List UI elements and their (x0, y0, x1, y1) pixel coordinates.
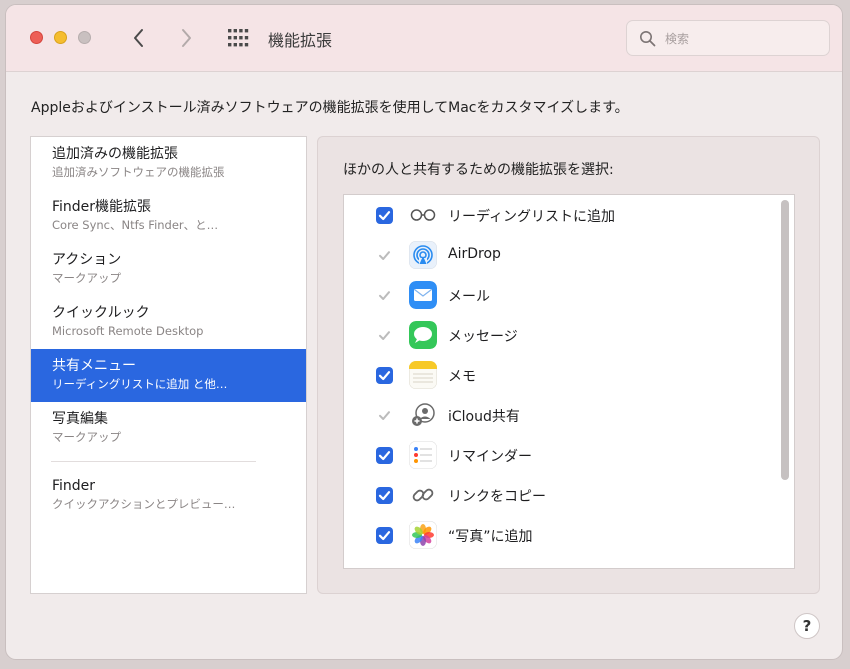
checkbox (376, 327, 393, 344)
list-scrollbar[interactable] (781, 200, 789, 480)
sidebar-item-subtitle: Microsoft Remote Desktop (52, 324, 204, 338)
checkmark-icon (378, 451, 391, 461)
extension-label: “写真”に追加 (448, 529, 533, 545)
description-text: Appleおよびインストール済みソフトウェアの機能拡張を使用してMacをカスタマ… (31, 100, 629, 116)
checkbox (376, 407, 393, 424)
preferences-window: 機能拡張 Appleおよびインストール済みソフトウェアの機能拡張を使用してMac… (5, 4, 843, 660)
sidebar-item-photos-editing[interactable]: 写真編集 マークアップ (31, 402, 306, 455)
glasses-icon (410, 209, 436, 221)
chevron-left-icon (134, 29, 143, 47)
sidebar-item-label: Finder (52, 478, 96, 494)
list-item-reading-list: リーディングリストに追加 (344, 195, 774, 235)
extension-label: AirDrop (448, 246, 501, 262)
mail-icon (409, 281, 437, 309)
chevron-right-icon (182, 29, 191, 47)
checkbox[interactable] (376, 447, 393, 464)
search-icon (640, 31, 656, 47)
sidebar-item-actions[interactable]: アクション マークアップ (31, 243, 306, 296)
extension-label: リーディングリストに追加 (448, 209, 616, 225)
help-button[interactable]: ? (794, 613, 820, 639)
checkbox[interactable] (376, 487, 393, 504)
icloud-share-icon (412, 403, 435, 426)
list-item-notes: メモ (344, 355, 774, 395)
list-item-messages: メッセージ (344, 315, 774, 355)
sidebar-item-label: アクション (52, 252, 122, 268)
checkbox (376, 287, 393, 304)
photos-icon (409, 521, 437, 549)
forward-button[interactable] (174, 25, 198, 51)
share-extension-list[interactable]: リーディングリストに追加 AirDrop メール メッセージ メモ iCloud… (343, 194, 795, 569)
extension-label: メール (448, 289, 490, 305)
reminders-icon (409, 441, 437, 469)
list-item-reminders: リマインダー (344, 435, 774, 475)
list-item-copy-link: リンクをコピー (344, 475, 774, 515)
sidebar-item-label: 共有メニュー (52, 358, 136, 374)
notes-icon (409, 361, 437, 389)
sidebar-item-subtitle: リーディングリストに追加 と他… (52, 377, 228, 391)
sidebar-item-finder[interactable]: Finder クイックアクションとプレビュー… (31, 469, 306, 522)
checkbox[interactable] (376, 527, 393, 544)
panel-title: ほかの人と共有するための機能拡張を選択: (343, 162, 614, 178)
checkmark-icon (378, 531, 391, 541)
extension-label: iCloud共有 (448, 409, 520, 425)
sidebar-item-label: 追加済みの機能拡張 (52, 146, 178, 162)
window-title: 機能拡張 (268, 31, 333, 50)
extension-category-list: 追加済みの機能拡張 追加済みソフトウェアの機能拡張 Finder機能拡張 Cor… (30, 136, 307, 594)
checkmark-icon (379, 411, 390, 420)
list-item-icloud-share: iCloud共有 (344, 395, 774, 435)
extension-label: リマインダー (448, 449, 532, 465)
sidebar-item-subtitle: 追加済みソフトウェアの機能拡張 (52, 165, 225, 179)
list-item-add-to-photos: “写真”に追加 (344, 515, 774, 555)
search-input[interactable] (665, 29, 815, 49)
link-icon (412, 488, 434, 502)
sidebar-item-added-extensions[interactable]: 追加済みの機能拡張 追加済みソフトウェアの機能拡張 (31, 137, 306, 190)
sidebar-item-share-menu[interactable]: 共有メニュー リーディングリストに追加 と他… (31, 349, 306, 402)
sidebar-item-subtitle: Core Sync、Ntfs Finder、と… (52, 218, 219, 232)
sidebar-item-subtitle: マークアップ (52, 271, 121, 285)
checkbox (376, 247, 393, 264)
grid-icon (228, 29, 249, 47)
show-all-button[interactable] (227, 28, 249, 48)
sidebar-item-finder-extensions[interactable]: Finder機能拡張 Core Sync、Ntfs Finder、と… (31, 190, 306, 243)
sidebar-item-label: クイックルック (52, 305, 150, 321)
sidebar-item-subtitle: クイックアクションとプレビュー… (52, 497, 236, 511)
sidebar-item-quick-look[interactable]: クイックルック Microsoft Remote Desktop (31, 296, 306, 349)
extension-label: メモ (448, 369, 476, 385)
titlebar: 機能拡張 (6, 5, 842, 72)
search-field[interactable] (626, 20, 830, 56)
extension-label: メッセージ (448, 329, 518, 345)
sidebar-item-label: 写真編集 (52, 411, 108, 427)
checkbox[interactable] (376, 207, 393, 224)
checkmark-icon (378, 211, 391, 221)
zoom-button[interactable] (78, 31, 91, 44)
sidebar-item-label: Finder機能拡張 (52, 199, 152, 215)
checkmark-icon (379, 251, 390, 260)
messages-icon (409, 321, 437, 349)
close-button[interactable] (30, 31, 43, 44)
extension-label: リンクをコピー (448, 489, 546, 505)
back-button[interactable] (127, 25, 151, 51)
checkmark-icon (379, 331, 390, 340)
list-item-airdrop: AirDrop (344, 235, 774, 275)
airdrop-icon (409, 241, 437, 269)
minimize-button[interactable] (54, 31, 67, 44)
checkbox[interactable] (376, 367, 393, 384)
checkmark-icon (378, 491, 391, 501)
checkmark-icon (378, 371, 391, 381)
sidebar-divider (51, 461, 256, 462)
list-item-mail: メール (344, 275, 774, 315)
checkmark-icon (379, 291, 390, 300)
share-extensions-panel: ほかの人と共有するための機能拡張を選択: リーディングリストに追加 AirDro… (317, 136, 820, 594)
sidebar-item-subtitle: マークアップ (52, 430, 121, 444)
